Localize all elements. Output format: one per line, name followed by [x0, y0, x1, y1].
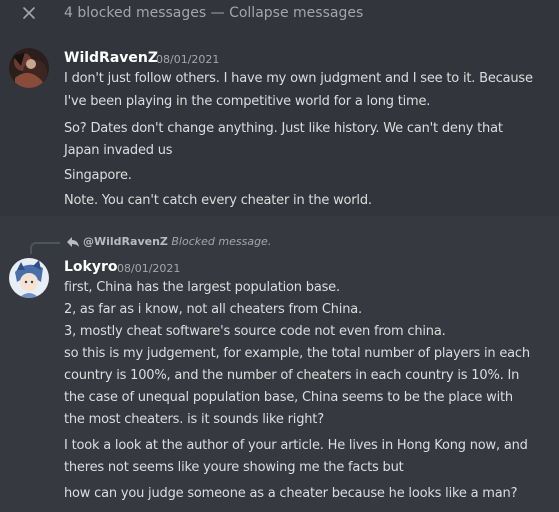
avatar-wildravenz[interactable] — [9, 48, 49, 88]
message-line: first, China has the largest population … — [64, 280, 340, 295]
message-line: 3, mostly cheat software's source code n… — [64, 324, 446, 339]
message-line: I don't just follow others. I have my ow… — [64, 71, 533, 86]
message-line: I took a look at the author of your arti… — [64, 438, 528, 453]
message-timestamp: 08/01/2021 — [117, 262, 181, 275]
message-line: 2, as far as i know, not all cheaters fr… — [64, 302, 362, 317]
avatar-lokyro[interactable] — [9, 258, 49, 298]
message-line: so this is my judgement, for example, th… — [64, 346, 530, 361]
message-line: the most cheaters. is it sounds like rig… — [64, 412, 324, 427]
message-line: Japan invaded us — [64, 143, 173, 158]
message-line: theres not seems like youre showing me t… — [64, 460, 404, 475]
reply-author[interactable]: @WildRavenZ — [83, 235, 168, 248]
message-author-wildravenz[interactable]: WildRavenZ — [64, 50, 158, 66]
reply-blocked-label: Blocked message. — [171, 235, 272, 248]
blocked-count-text: 4 blocked messages — — [64, 5, 230, 21]
message-line: the case of unequal population base, Chi… — [64, 390, 513, 405]
message-line: So? Dates don't change anything. Just li… — [64, 121, 503, 136]
close-icon[interactable] — [20, 4, 38, 22]
message-line: I've been playing in the competitive wor… — [64, 94, 431, 109]
message-timestamp: 08/01/2021 — [156, 53, 220, 66]
blocked-messages-label: 4 blocked messages — Collapse messages — [64, 5, 363, 21]
message-author-lokyro[interactable]: Lokyro — [64, 259, 118, 275]
reply-reference[interactable]: @WildRavenZ Blocked message. — [66, 235, 271, 251]
message-line: how can you judge someone as a cheater b… — [64, 486, 518, 501]
reply-spine — [30, 242, 60, 254]
blocked-messages-bar: 4 blocked messages — Collapse messages — [0, 0, 559, 28]
message-line: Note. You can't catch every cheater in t… — [64, 193, 372, 208]
message-line: country is 100%, and the number of cheat… — [64, 368, 520, 383]
collapse-messages-link[interactable]: Collapse messages — [229, 5, 363, 21]
reply-arrow-icon — [67, 237, 79, 247]
message-line: Singapore. — [64, 168, 132, 183]
